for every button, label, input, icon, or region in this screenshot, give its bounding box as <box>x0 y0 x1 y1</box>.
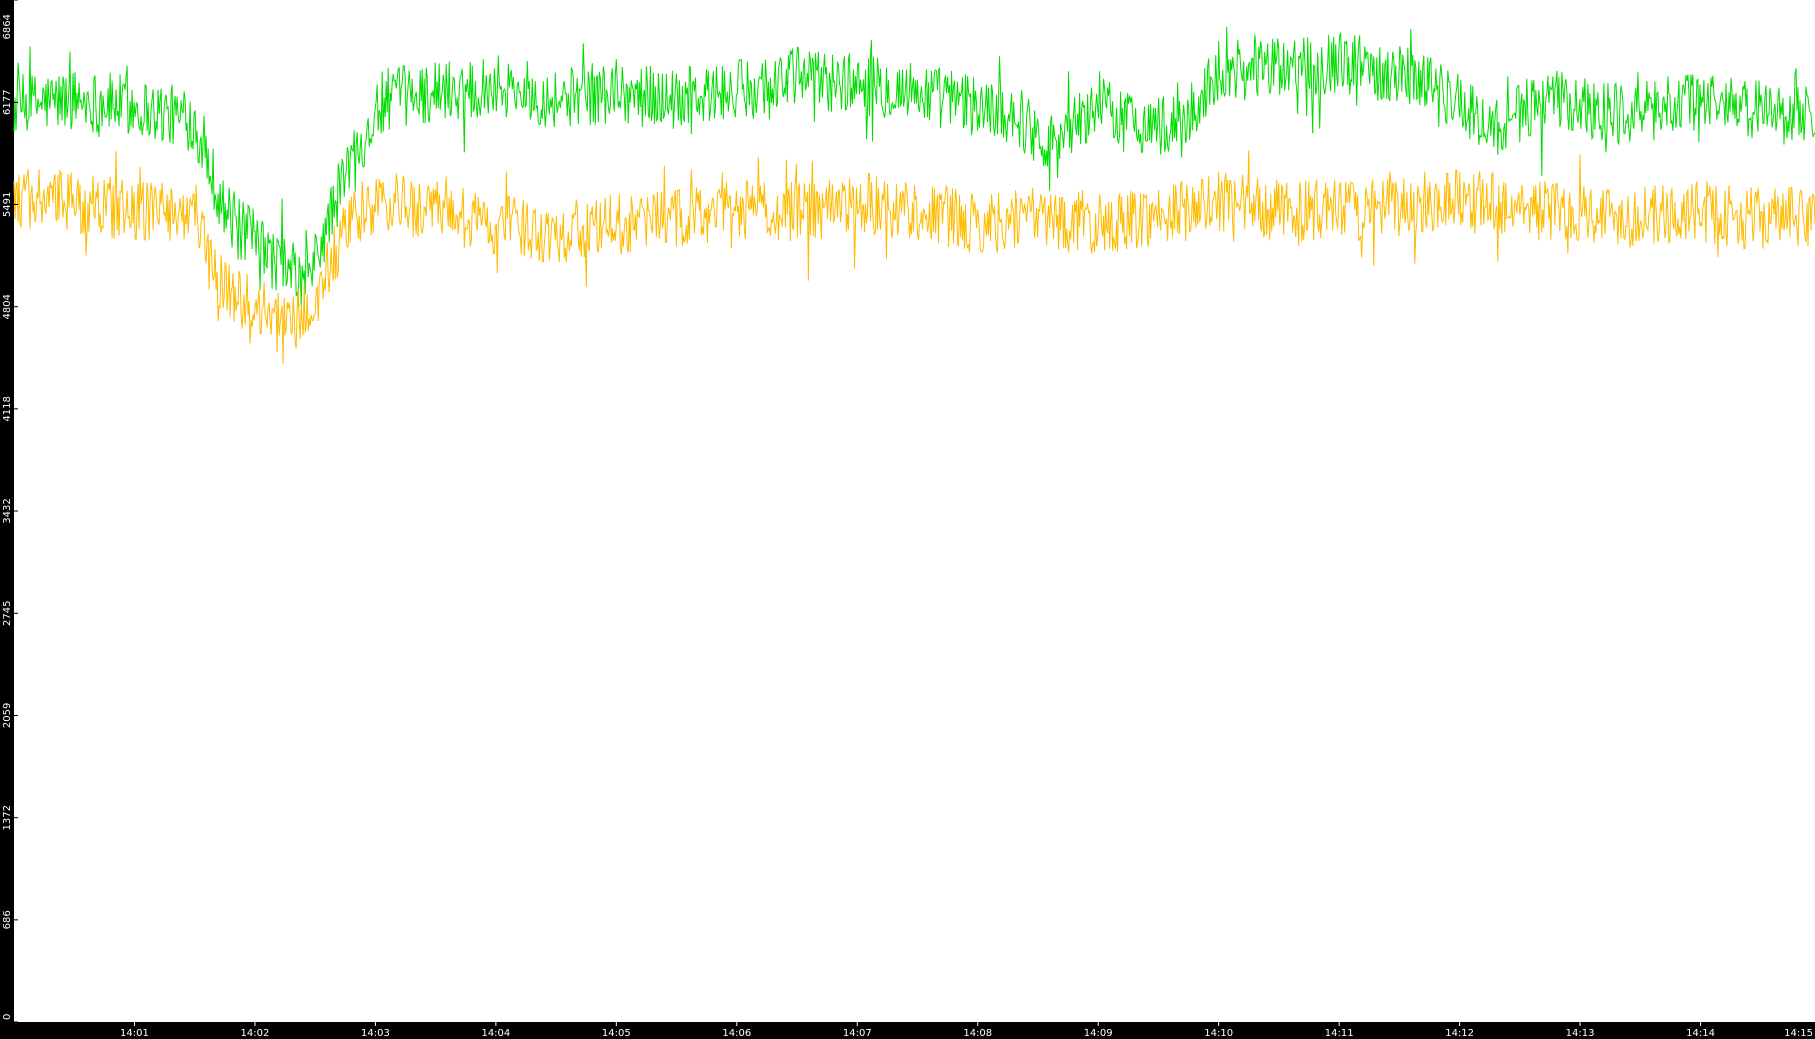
y-tick-label: 6864 <box>2 14 13 39</box>
x-tick-label: 14:09 <box>1084 1028 1113 1039</box>
x-tick-label: 14:06 <box>722 1028 751 1039</box>
x-tick-label: 14:10 <box>1204 1028 1233 1039</box>
plot-area <box>14 0 1815 1022</box>
y-tick-label: 4118 <box>2 396 13 421</box>
y-tick-label: 5491 <box>2 192 13 217</box>
x-tick-label: 14:01 <box>120 1028 149 1039</box>
x-tick-label: 14:13 <box>1566 1028 1595 1039</box>
y-tick-label: 686 <box>2 910 13 929</box>
x-tick-label: 14:04 <box>481 1028 510 1039</box>
y-tick-label: 1372 <box>2 805 13 830</box>
x-tick-label: 14:07 <box>843 1028 872 1039</box>
x-tick-label: 14:05 <box>602 1028 631 1039</box>
y-tick-label: 4804 <box>2 294 13 319</box>
x-tick-label: 14:02 <box>241 1028 270 1039</box>
y-tick-label: 0 <box>2 1014 13 1020</box>
x-tick-label: 14:11 <box>1325 1028 1354 1039</box>
x-tick-label: 14:12 <box>1445 1028 1474 1039</box>
y-tick-label: 3432 <box>2 498 13 523</box>
x-tick-label: 14:08 <box>963 1028 992 1039</box>
x-tick-label: 14:03 <box>361 1028 390 1039</box>
line-chart: 0 686 1372 2059 2745 3432 4118 4804 5491 6177 6864… <box>0 0 1815 1039</box>
y-tick-label: 2059 <box>2 703 13 728</box>
y-tick-label: 2745 <box>2 601 13 626</box>
y-tick-label: 6177 <box>2 90 13 115</box>
x-tick-label: 14:15 <box>1784 1028 1813 1039</box>
x-tick-label: 14:14 <box>1686 1028 1715 1039</box>
